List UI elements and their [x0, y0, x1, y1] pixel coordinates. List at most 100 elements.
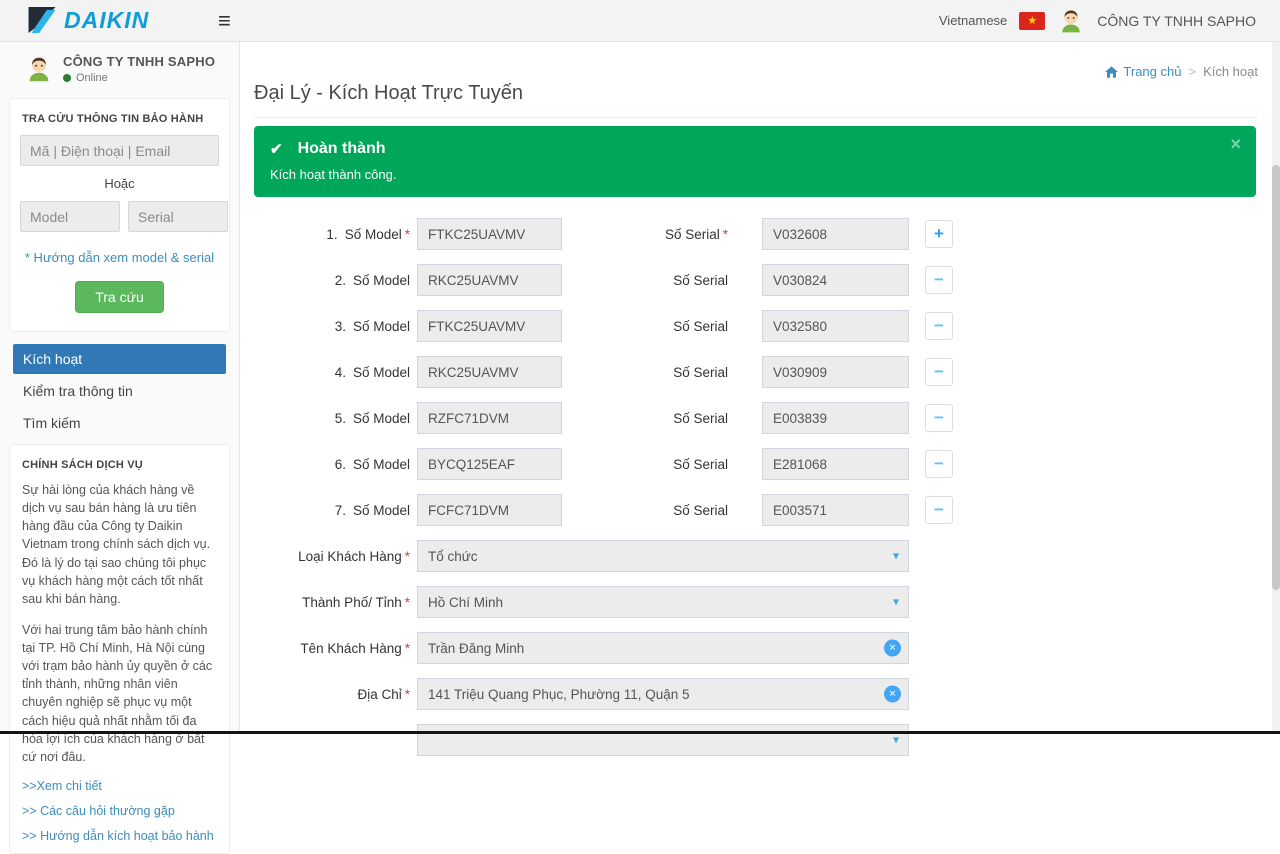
top-header: DAIKIN ≡ Vietnamese ★ CÔNG TY TNHH SAPHO — [0, 0, 1280, 42]
row-index: 3. — [335, 319, 346, 334]
home-icon — [1105, 66, 1118, 78]
serial-input[interactable] — [762, 402, 909, 434]
field-input[interactable] — [417, 586, 909, 618]
serial-label: Số Serial — [673, 365, 728, 380]
lookup-card-title: TRA CỨU THÔNG TIN BẢO HÀNH — [22, 113, 219, 125]
clear-field-icon[interactable]: ✕ — [884, 686, 901, 703]
customer-fields: Loại Khách Hàng* ▾ Thành Phố/ Tỉnh* ▾ Tê… — [254, 540, 1258, 756]
scrollbar-thumb[interactable] — [1272, 165, 1280, 590]
sidebar-nav-item[interactable]: Kích hoạt — [13, 344, 226, 374]
serial-label: Số Serial — [673, 273, 728, 288]
remove-row-button[interactable]: − — [925, 496, 953, 524]
serial-input[interactable] — [762, 356, 909, 388]
field-input[interactable] — [417, 540, 909, 572]
model-input[interactable] — [417, 356, 562, 388]
model-lookup-input[interactable] — [20, 201, 120, 232]
customer-field-row: Thành Phố/ Tỉnh* ▾ — [254, 586, 1258, 618]
customer-field-row: Địa Chỉ * ✕ — [254, 678, 1258, 710]
sidebar-nav-item[interactable]: Kiểm tra thông tin — [13, 376, 226, 406]
success-alert: ✔ Hoàn thành Kích hoạt thành công. × — [254, 126, 1256, 197]
clear-field-icon[interactable]: ✕ — [884, 640, 901, 657]
required-asterisk: * — [405, 227, 410, 242]
remove-row-button[interactable]: − — [925, 404, 953, 432]
serial-input[interactable] — [762, 310, 909, 342]
sidebar-nav-item[interactable]: Tìm kiếm — [13, 408, 226, 438]
row-index: 7. — [335, 503, 346, 518]
lookup-button[interactable]: Tra cứu — [75, 281, 164, 313]
breadcrumb-current: Kích hoạt — [1203, 64, 1258, 79]
page-title: Đại Lý - Kích Hoạt Trực Tuyến — [254, 82, 1258, 105]
model-input[interactable] — [417, 402, 562, 434]
user-avatar[interactable] — [1057, 7, 1085, 35]
remove-row-button[interactable]: − — [925, 358, 953, 386]
warranty-lookup-card: TRA CỨU THÔNG TIN BẢO HÀNH Hoặc * Hướng … — [9, 98, 230, 332]
serial-input[interactable] — [762, 218, 909, 250]
model-input[interactable] — [417, 310, 562, 342]
scrollbar[interactable] — [1272, 42, 1280, 734]
serial-lookup-input[interactable] — [128, 201, 228, 232]
customer-field-row: Loại Khách Hàng* ▾ — [254, 540, 1258, 572]
policy-link[interactable]: >> Các câu hỏi thường gặp — [22, 804, 217, 818]
device-row: 1.Số Model* Số Serial* + — [254, 218, 1258, 250]
field-input[interactable] — [417, 678, 909, 710]
required-asterisk: * — [723, 227, 728, 242]
policy-link[interactable]: >> Hướng dẫn kích hoạt bảo hành — [22, 829, 217, 843]
policy-paragraph: Với hai trung tâm bảo hành chính tại TP.… — [22, 621, 217, 766]
lookup-code-input[interactable] — [20, 135, 219, 166]
or-label: Hoặc — [20, 176, 219, 191]
language-selector[interactable]: Vietnamese — [939, 13, 1007, 28]
customer-field-row: Tên Khách Hàng* ✕ — [254, 632, 1258, 664]
model-label: Số Model — [353, 503, 410, 518]
serial-input[interactable] — [762, 264, 909, 296]
model-input[interactable] — [417, 218, 562, 250]
service-policy-card: CHÍNH SÁCH DỊCH VỤ Sự hài lòng của khách… — [9, 444, 230, 854]
required-asterisk: * — [405, 549, 410, 564]
daikin-logo: DAIKIN — [0, 7, 200, 34]
field-label: Địa Chỉ — [357, 687, 401, 702]
required-asterisk: * — [405, 687, 410, 702]
sidebar-user-name: CÔNG TY TNHH SAPHO — [63, 54, 215, 69]
model-input[interactable] — [417, 494, 562, 526]
model-label: Số Model — [353, 411, 410, 426]
sidebar-nav: Kích hoạtKiểm tra thông tinTìm kiếm — [13, 344, 226, 438]
sidebar: CÔNG TY TNHH SAPHO Online TRA CỨU THÔNG … — [0, 42, 240, 734]
remove-row-button[interactable]: − — [925, 266, 953, 294]
field-input[interactable] — [417, 632, 909, 664]
field-input[interactable] — [417, 724, 909, 756]
breadcrumb-separator: > — [1188, 64, 1196, 79]
daikin-logo-icon — [28, 7, 58, 34]
device-row: 5.Số Model Số Serial − — [254, 402, 1258, 434]
serial-label: Số Serial — [673, 319, 728, 334]
serial-label: Số Serial — [665, 227, 720, 242]
model-input[interactable] — [417, 448, 562, 480]
row-index: 6. — [335, 457, 346, 472]
breadcrumb-home-link[interactable]: Trang chủ — [1105, 64, 1181, 79]
policy-link[interactable]: >>Xem chi tiết — [22, 779, 217, 793]
breadcrumb: Trang chủ > Kích hoạt — [1105, 64, 1258, 79]
row-index: 5. — [335, 411, 346, 426]
model-label: Số Model — [353, 319, 410, 334]
hamburger-menu-icon[interactable]: ≡ — [218, 10, 231, 32]
breadcrumb-home-label: Trang chủ — [1123, 64, 1181, 79]
title-divider — [254, 117, 1258, 118]
main-content: Trang chủ > Kích hoạt Đại Lý - Kích Hoạt… — [240, 42, 1280, 734]
vietnam-flag-icon[interactable]: ★ — [1019, 12, 1045, 30]
serial-input[interactable] — [762, 494, 909, 526]
brand-wordmark: DAIKIN — [64, 7, 149, 34]
device-rows: 1.Số Model* Số Serial* + 2.Số Model Số S… — [254, 218, 1258, 526]
alert-title: Hoàn thành — [298, 140, 386, 158]
remove-row-button[interactable]: − — [925, 312, 953, 340]
alert-close-icon[interactable]: × — [1230, 135, 1241, 153]
device-row: 2.Số Model Số Serial − — [254, 264, 1258, 296]
remove-row-button[interactable]: − — [925, 450, 953, 478]
serial-input[interactable] — [762, 448, 909, 480]
customer-field-row: ▾ — [254, 724, 1258, 756]
model-input[interactable] — [417, 264, 562, 296]
field-label: Loại Khách Hàng — [298, 549, 402, 564]
model-serial-guide-link[interactable]: * Hướng dẫn xem model & serial — [20, 250, 219, 265]
online-status: Online — [63, 72, 215, 84]
add-row-button[interactable]: + — [925, 220, 953, 248]
serial-label: Số Serial — [673, 457, 728, 472]
header-user-name[interactable]: CÔNG TY TNHH SAPHO — [1097, 13, 1256, 29]
online-status-label: Online — [76, 72, 108, 84]
